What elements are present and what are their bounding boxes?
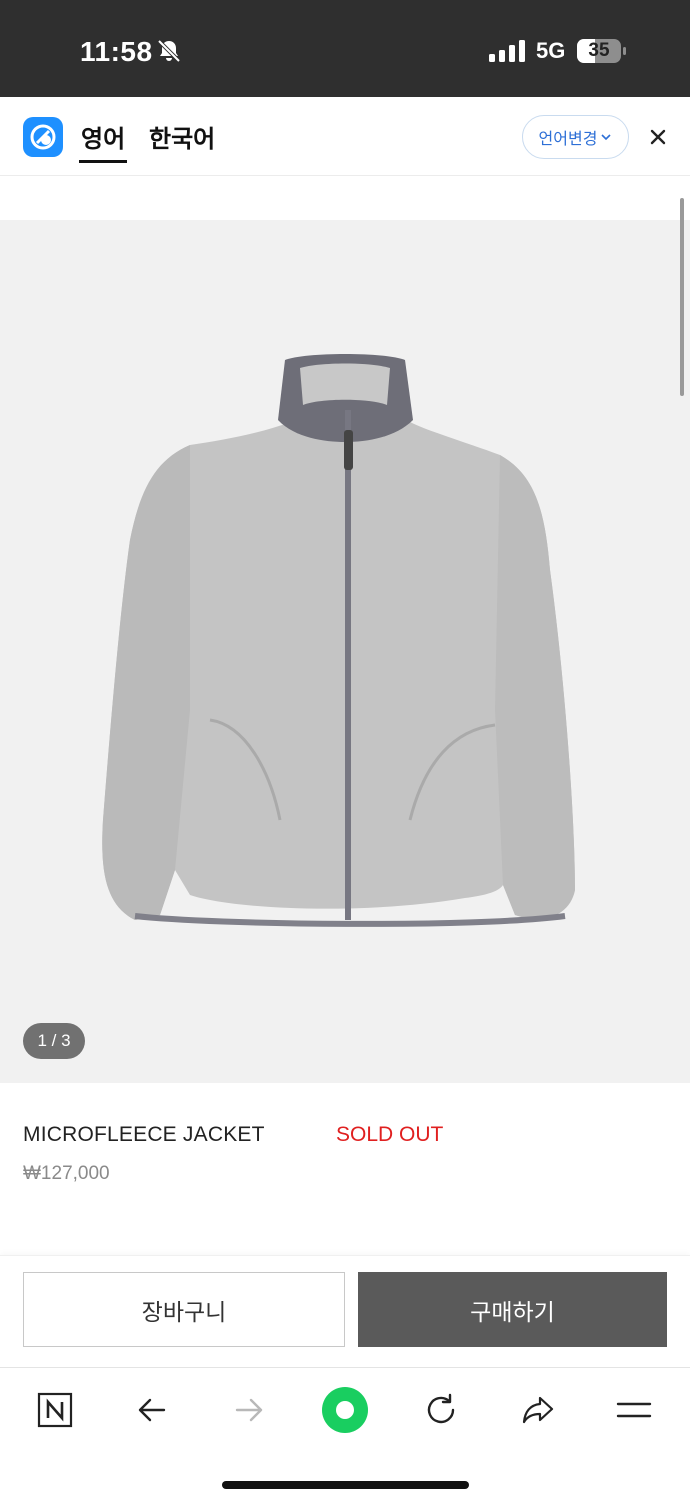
papago-logo-icon (23, 117, 63, 157)
share-icon[interactable] (518, 1390, 558, 1430)
refresh-icon[interactable] (421, 1390, 461, 1430)
scrollbar[interactable] (680, 198, 684, 396)
product-info: MICROFLEECE JACKET SOLD OUT ₩127,000 (0, 1083, 690, 1255)
network-label: 5G (536, 38, 566, 63)
browser-toolbar (0, 1367, 690, 1500)
active-tab-indicator (79, 160, 127, 163)
back-arrow-icon[interactable] (132, 1390, 172, 1430)
tab-english[interactable]: 영어 (81, 119, 125, 154)
translation-header: 영어 한국어 언어변경 (0, 97, 690, 176)
product-name: MICROFLEECE JACKET (23, 1123, 265, 1146)
product-image-carousel[interactable]: 1 / 3 (0, 220, 690, 1083)
product-price: ₩127,000 (23, 1163, 110, 1184)
language-change-button[interactable]: 언어변경 (522, 115, 629, 159)
battery-level: 35 (588, 40, 610, 61)
image-page-indicator: 1 / 3 (23, 1023, 85, 1059)
language-change-label: 언어변경 (538, 131, 598, 148)
menu-icon[interactable] (614, 1390, 654, 1430)
green-dot-icon[interactable] (320, 1385, 370, 1435)
buy-now-button[interactable]: 구매하기 (358, 1272, 667, 1347)
spacer (0, 176, 690, 220)
home-indicator (222, 1481, 469, 1489)
status-time: 11:58 (80, 36, 153, 67)
tab-korean[interactable]: 한국어 (149, 119, 215, 154)
bell-off-icon (157, 39, 181, 63)
chevron-down-icon (601, 134, 612, 141)
sold-out-badge: SOLD OUT (336, 1123, 444, 1146)
naver-n-icon[interactable] (35, 1390, 75, 1430)
signal-icon (489, 40, 525, 62)
close-icon[interactable] (645, 124, 671, 150)
jacket-image (102, 354, 576, 927)
forward-arrow-icon[interactable] (229, 1390, 269, 1430)
status-bar: 11:58 5G 35 (0, 0, 690, 97)
purchase-action-bar: 장바구니 구매하기 (0, 1255, 690, 1367)
add-to-cart-button[interactable]: 장바구니 (23, 1272, 345, 1347)
